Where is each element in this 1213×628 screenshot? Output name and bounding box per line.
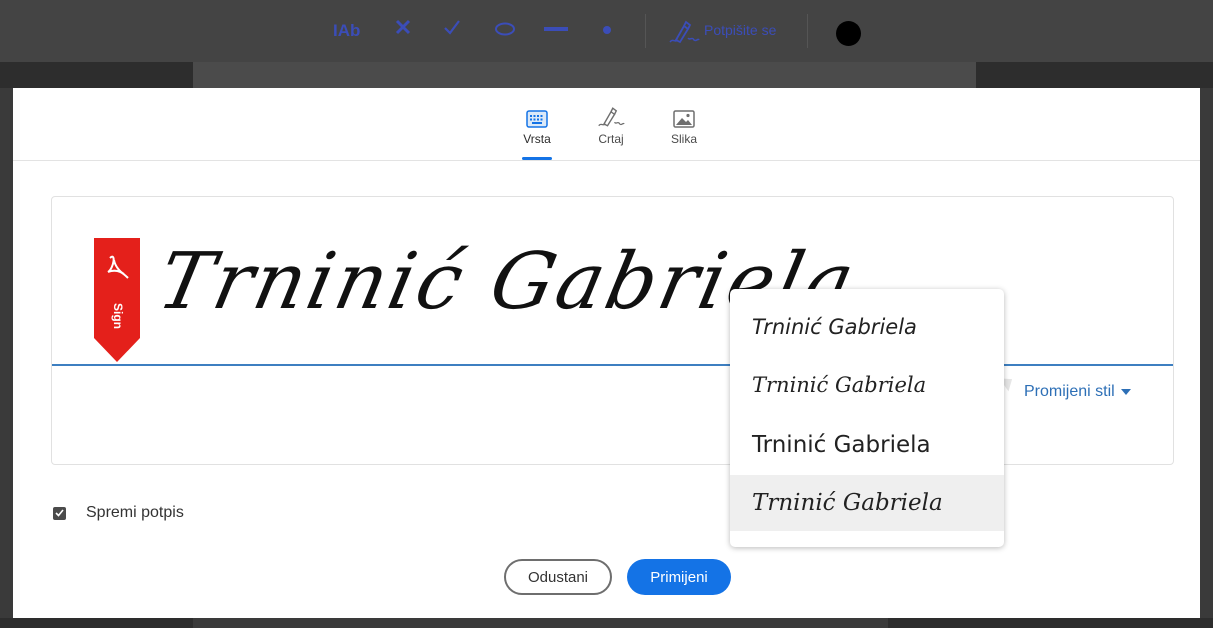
keyboard-icon — [526, 110, 548, 128]
dot-tool[interactable] — [602, 25, 612, 35]
checkmark-icon — [55, 509, 64, 517]
page-margin-right — [976, 62, 1213, 88]
acrobat-sign-tag: Sign — [94, 238, 140, 367]
ellipse-tool[interactable] — [494, 22, 516, 36]
chevron-down-icon — [1120, 388, 1131, 395]
tab-image[interactable]: Slika — [654, 102, 714, 146]
style-dropdown-menu: Trninić Gabriela Trninić Gabriela Trnini… — [730, 289, 1004, 547]
pen-signature-icon — [598, 107, 625, 127]
sign-tool-icon-wrap[interactable] — [668, 20, 700, 44]
active-tab-indicator — [522, 157, 552, 160]
change-style-label: Promijeni stil — [1024, 383, 1115, 400]
image-icon — [673, 110, 695, 128]
page-margin-left — [0, 62, 193, 88]
style-option-selected[interactable]: Trninić Gabriela — [730, 475, 1004, 531]
color-swatch[interactable] — [836, 21, 861, 46]
tab-type-label: Vrsta — [523, 132, 551, 146]
checkmark-icon — [444, 20, 460, 35]
sign-tag-label: Sign — [111, 303, 125, 329]
save-signature-label: Spremi potpis — [86, 504, 184, 521]
sign-tool-label[interactable]: Potpišite se — [704, 22, 776, 38]
style-option[interactable]: Trninić Gabriela — [730, 357, 1004, 413]
tab-type[interactable]: Vrsta — [507, 102, 567, 146]
change-style-button[interactable]: Promijeni stil — [1024, 383, 1131, 401]
tab-draw-label: Crtaj — [598, 132, 624, 146]
save-signature-row[interactable]: Spremi potpis — [53, 504, 184, 522]
toolbar-divider — [645, 14, 646, 48]
signature-dialog: Vrsta Crtaj Slika Sign Trninić Gabriela … — [13, 88, 1200, 618]
pen-signature-icon — [669, 20, 700, 44]
tab-image-label: Slika — [670, 132, 697, 146]
document-page-edge — [193, 62, 976, 88]
cross-icon — [395, 19, 411, 35]
cross-tool[interactable] — [395, 19, 411, 35]
save-signature-checkbox[interactable] — [53, 506, 66, 520]
line-icon — [544, 27, 568, 31]
toolbar-divider — [807, 14, 808, 48]
ellipse-icon — [495, 22, 515, 36]
page-margin-bottom-left — [0, 618, 193, 628]
line-tool[interactable] — [544, 26, 568, 32]
check-tool[interactable] — [443, 19, 461, 35]
acrobat-sign-flag-icon — [94, 238, 140, 362]
page-margin-bottom-right — [888, 618, 1213, 628]
signature-mode-tabs: Vrsta Crtaj Slika — [13, 88, 1200, 161]
apply-button[interactable]: Primijeni — [627, 559, 731, 595]
signature-preview-area: Sign Trninić Gabriela Promijeni stil — [51, 196, 1174, 465]
tab-draw[interactable]: Crtaj — [581, 102, 641, 146]
signature-baseline — [52, 364, 1173, 366]
style-option[interactable]: Trninić Gabriela — [730, 299, 1004, 355]
style-option[interactable]: Trninić Gabriela — [730, 417, 1004, 473]
cancel-button[interactable]: Odustani — [504, 559, 612, 595]
add-text-tool[interactable]: IAb — [333, 18, 360, 43]
annotation-toolbar: IAb Potpišite se — [0, 0, 1213, 62]
dot-icon — [603, 26, 611, 34]
